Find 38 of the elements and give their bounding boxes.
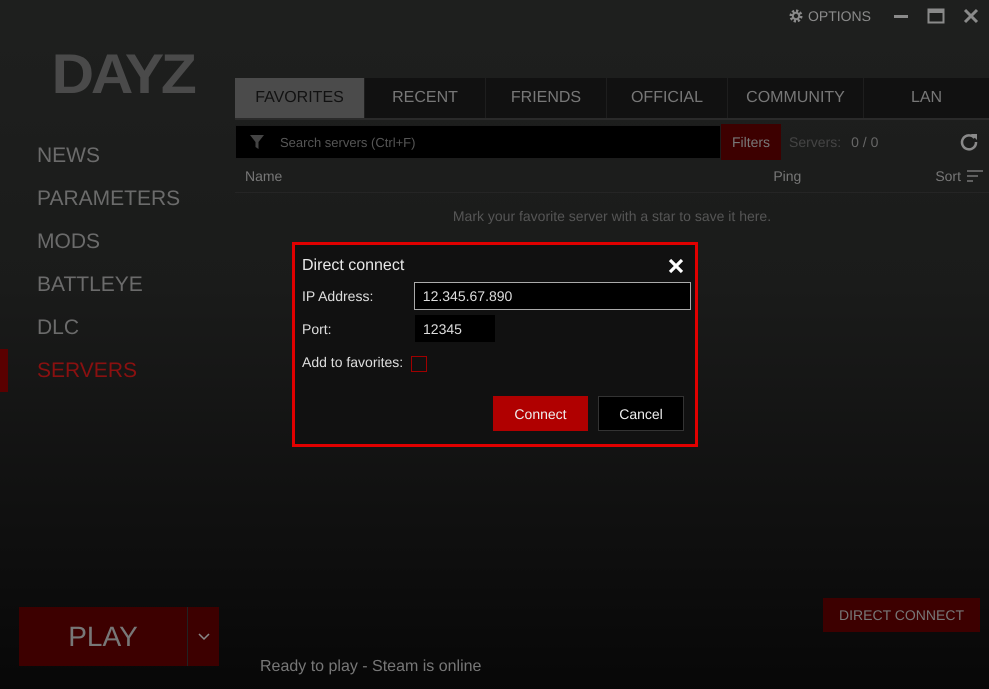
tab[interactable]: OFFICIAL [607, 78, 728, 118]
filters-button[interactable]: Filters [721, 124, 781, 160]
options-button[interactable]: OPTIONS [788, 8, 871, 24]
filter-icon [250, 134, 264, 150]
field-label: Port: [302, 320, 333, 336]
connect-button[interactable]: Connect [493, 396, 588, 431]
sidebar-item[interactable]: BATTLEYE [0, 263, 143, 306]
chevron-down-icon [198, 632, 210, 640]
settings-icon [788, 8, 804, 24]
field-label: IP Address: [302, 288, 374, 304]
tab[interactable]: FAVORITES [235, 78, 365, 118]
sidebar-item[interactable]: MODS [0, 220, 100, 263]
tab[interactable]: FRIENDS [486, 78, 607, 118]
port-field[interactable]: 12345 [415, 315, 495, 342]
dialog-title: Direct connect [302, 257, 404, 275]
column-header[interactable]: Ping [773, 168, 936, 184]
sort-icon [967, 170, 983, 182]
search-field[interactable]: Search servers (Ctrl+F) [235, 125, 721, 159]
play-button[interactable]: PLAY [19, 607, 187, 666]
field-label: Add to favorites: [302, 354, 404, 370]
tab[interactable]: RECENT [365, 78, 486, 118]
refresh-icon[interactable] [959, 132, 979, 152]
sort-button[interactable]: Sort [935, 168, 983, 184]
sidebar-item[interactable]: DLC [0, 306, 80, 349]
status-text: Ready to play - Steam is online [260, 658, 482, 676]
servers-count: 0 / 0 [851, 134, 878, 150]
favorites-checkbox[interactable] [411, 356, 428, 372]
tab[interactable]: LAN [864, 78, 989, 118]
cancel-button[interactable]: Cancel [598, 396, 684, 431]
maximize-icon[interactable] [927, 8, 945, 24]
search-input[interactable]: Search servers (Ctrl+F) [278, 134, 720, 150]
sidebar-item[interactable]: PARAMETERS [0, 177, 180, 220]
ip-address-field[interactable]: 12.345.67.890 [414, 282, 691, 310]
sidebar-item[interactable]: NEWS [0, 134, 100, 177]
direct-connect-button[interactable]: DIRECT CONNECT [823, 598, 980, 632]
column-header[interactable]: Name [245, 168, 774, 184]
tab[interactable]: COMMUNITY [728, 78, 864, 118]
empty-message: Mark your favorite server with a star to save it here. [452, 208, 772, 224]
